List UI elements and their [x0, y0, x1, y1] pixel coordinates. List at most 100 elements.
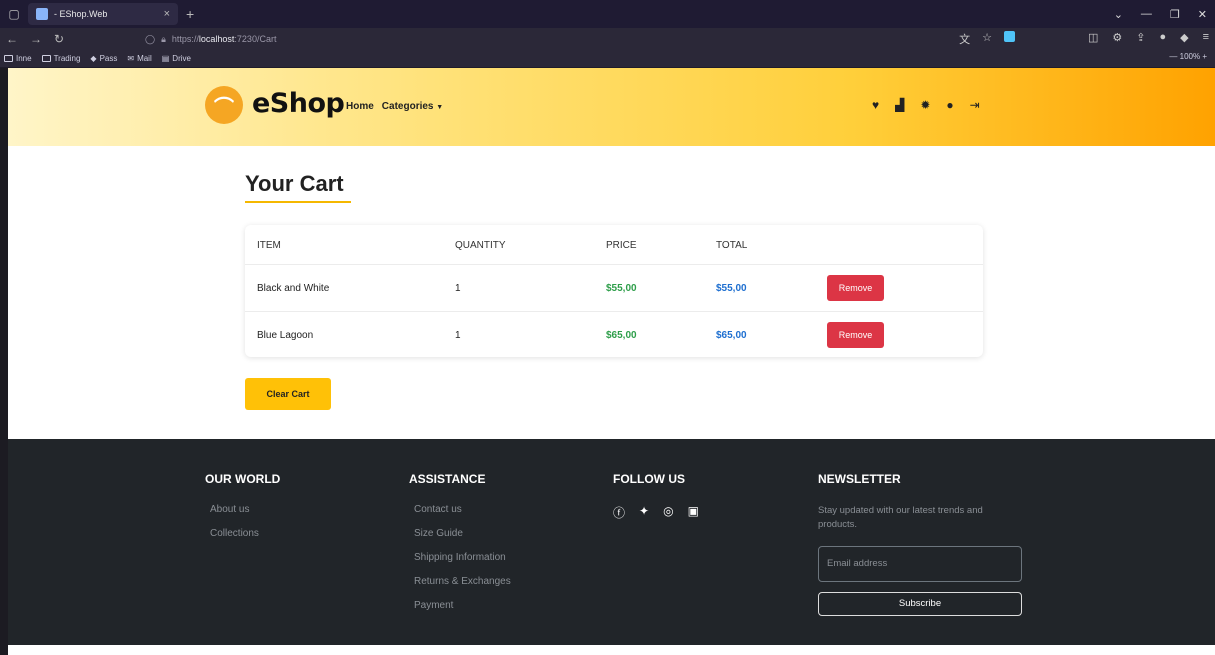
zoom-in-button[interactable]: + — [1202, 52, 1207, 61]
facebook-icon[interactable]: ⓕ — [613, 504, 625, 521]
column-total: TOTAL — [716, 240, 748, 251]
footer-link-collections[interactable]: Collections — [210, 528, 280, 539]
bookmark-pass[interactable]: ◆ Pass — [90, 54, 117, 63]
url-host: localhost — [198, 34, 235, 44]
remove-button[interactable]: Remove — [827, 322, 884, 348]
folder-icon — [41, 55, 51, 62]
nav-home[interactable]: Home — [346, 101, 374, 112]
mail-icon: ✉ — [127, 54, 135, 63]
item-total: $55,00 — [716, 283, 747, 294]
bookmark-drive[interactable]: ▤ Drive — [162, 54, 191, 63]
url-actions: 文 ☆ — [959, 31, 1015, 47]
social-icons: ⓕ ✦ ◎ ▣ — [613, 504, 699, 521]
shield-outline-icon: ◯ — [145, 33, 156, 44]
footer-assistance: ASSISTANCE Contact us Size Guide Shippin… — [409, 472, 511, 624]
translate-icon[interactable]: 文 — [959, 31, 970, 47]
footer-link-payment[interactable]: Payment — [414, 600, 511, 611]
tab-title: - EShop.Web — [54, 9, 108, 19]
footer-our-world: OUR WORLD About us Collections — [205, 472, 280, 552]
footer-heading: FOLLOW US — [613, 472, 685, 486]
footer-heading: NEWSLETTER — [818, 472, 901, 486]
shopping-bag-icon[interactable]: ▟ — [895, 98, 904, 112]
window-controls: ⌄ — ❐ ✕ — [1114, 0, 1207, 28]
table-header: ITEM QUANTITY PRICE TOTAL — [245, 225, 983, 265]
item-price: $55,00 — [606, 283, 637, 294]
item-quantity: 1 — [455, 283, 461, 294]
sidebar-icon[interactable]: ◫ — [1088, 31, 1098, 44]
share-icon[interactable]: ⇪ — [1136, 31, 1145, 44]
url-bar[interactable]: ◯ 🔒︎ https://localhost:7230/Cart — [145, 31, 1000, 47]
column-quantity: QUANTITY — [455, 240, 506, 251]
table-row: Black and White 1 $55,00 $55,00 Remove — [245, 265, 983, 312]
extension-icon[interactable] — [1004, 31, 1015, 42]
url-path: :7230/Cart — [234, 34, 277, 44]
gear-icon[interactable]: ✹ — [920, 98, 930, 112]
reload-icon[interactable]: ↻ — [54, 32, 64, 46]
title-underline — [245, 201, 351, 203]
drive-icon: ▤ — [161, 54, 170, 63]
clear-cart-button[interactable]: Clear Cart — [245, 378, 331, 410]
favicon-icon — [36, 8, 48, 20]
close-tab-icon[interactable]: × — [164, 8, 170, 20]
bookmark-inne[interactable]: Inne — [4, 54, 32, 63]
column-price: PRICE — [606, 240, 637, 251]
email-field[interactable] — [818, 545, 1022, 582]
menu-icon[interactable]: ≡ — [1203, 31, 1209, 44]
footer-follow-us: FOLLOW US ⓕ ✦ ◎ ▣ — [613, 472, 699, 521]
new-tab-button[interactable]: + — [186, 6, 194, 22]
tab-overview-icon[interactable]: ▢ — [0, 7, 28, 21]
footer-link-size-guide[interactable]: Size Guide — [414, 528, 511, 539]
logo-icon[interactable]: ⌒ — [205, 86, 243, 124]
browser-tab-bar: ▢ - EShop.Web × + ⌄ — ❐ ✕ — [0, 0, 1215, 28]
footer-link-shipping[interactable]: Shipping Information — [414, 552, 511, 563]
settings-gear-icon[interactable]: ⚙ — [1112, 31, 1122, 44]
profile-icon[interactable]: ● — [1159, 31, 1166, 44]
user-icon[interactable]: ● — [946, 98, 953, 112]
twitter-icon[interactable]: ✦ — [639, 504, 649, 521]
bookmark-star-icon[interactable]: ☆ — [982, 31, 992, 47]
item-quantity: 1 — [455, 330, 461, 341]
main-nav: Home Categories ▼ — [346, 101, 443, 112]
footer-newsletter: NEWSLETTER Stay updated with our latest … — [818, 472, 1023, 616]
header-icons: ♥ ▟ ✹ ● ⇥ — [872, 98, 980, 112]
subscribe-button[interactable]: Subscribe — [818, 591, 1022, 616]
item-name: Blue Lagoon — [257, 330, 314, 341]
browser-nav-bar: ← → ↻ ◯ 🔒︎ https://localhost:7230/Cart 文… — [0, 28, 1215, 50]
zoom-out-button[interactable]: — — [1169, 52, 1177, 61]
table-row: Blue Lagoon 1 $65,00 $65,00 Remove — [245, 312, 983, 357]
footer-link-contact[interactable]: Contact us — [414, 504, 511, 515]
back-arrow-icon[interactable]: ← — [6, 32, 18, 46]
folder-icon — [4, 55, 13, 62]
item-total: $65,00 — [716, 330, 747, 341]
bookmark-trading[interactable]: Trading — [41, 54, 80, 63]
page-title: Your Cart — [245, 171, 344, 196]
diamond-icon: ◆ — [90, 54, 97, 63]
caret-down-icon: ▼ — [436, 104, 444, 111]
bookmark-mail[interactable]: ✉ Mail — [127, 54, 151, 63]
zoom-level[interactable]: 100% — [1180, 52, 1200, 61]
instagram-icon[interactable]: ◎ — [663, 504, 673, 521]
tab-list-chevron-icon[interactable]: ⌄ — [1114, 8, 1123, 21]
footer-link-about[interactable]: About us — [210, 504, 280, 515]
footer-heading: ASSISTANCE — [409, 472, 486, 486]
item-name: Black and White — [257, 283, 330, 294]
url-prefix: https:// — [171, 34, 199, 44]
forward-arrow-icon[interactable]: → — [30, 32, 42, 46]
logout-icon[interactable]: ⇥ — [970, 98, 980, 112]
remove-button[interactable]: Remove — [827, 275, 884, 301]
item-price: $65,00 — [606, 330, 637, 341]
footer-heading: OUR WORLD — [205, 472, 281, 486]
extension-diamond-icon[interactable]: ◆ — [1180, 31, 1188, 44]
site-footer: OUR WORLD About us Collections ASSISTANC… — [8, 439, 1215, 645]
browser-tab[interactable]: - EShop.Web × — [28, 3, 178, 25]
minimize-button[interactable]: — — [1141, 8, 1152, 20]
logo-text[interactable]: eShop — [252, 88, 345, 119]
maximize-button[interactable]: ❐ — [1170, 8, 1180, 21]
footer-link-returns[interactable]: Returns & Exchanges — [414, 576, 511, 587]
heart-icon[interactable]: ♥ — [872, 98, 879, 112]
linkedin-icon[interactable]: ▣ — [688, 504, 699, 521]
newsletter-text: Stay updated with our latest trends and … — [818, 505, 983, 531]
close-window-button[interactable]: ✕ — [1198, 8, 1207, 21]
nav-categories[interactable]: Categories ▼ — [382, 101, 443, 112]
bookmarks-bar: Inne Trading ◆ Pass ✉ Mail ▤ Drive — 100% + — [0, 50, 1215, 68]
